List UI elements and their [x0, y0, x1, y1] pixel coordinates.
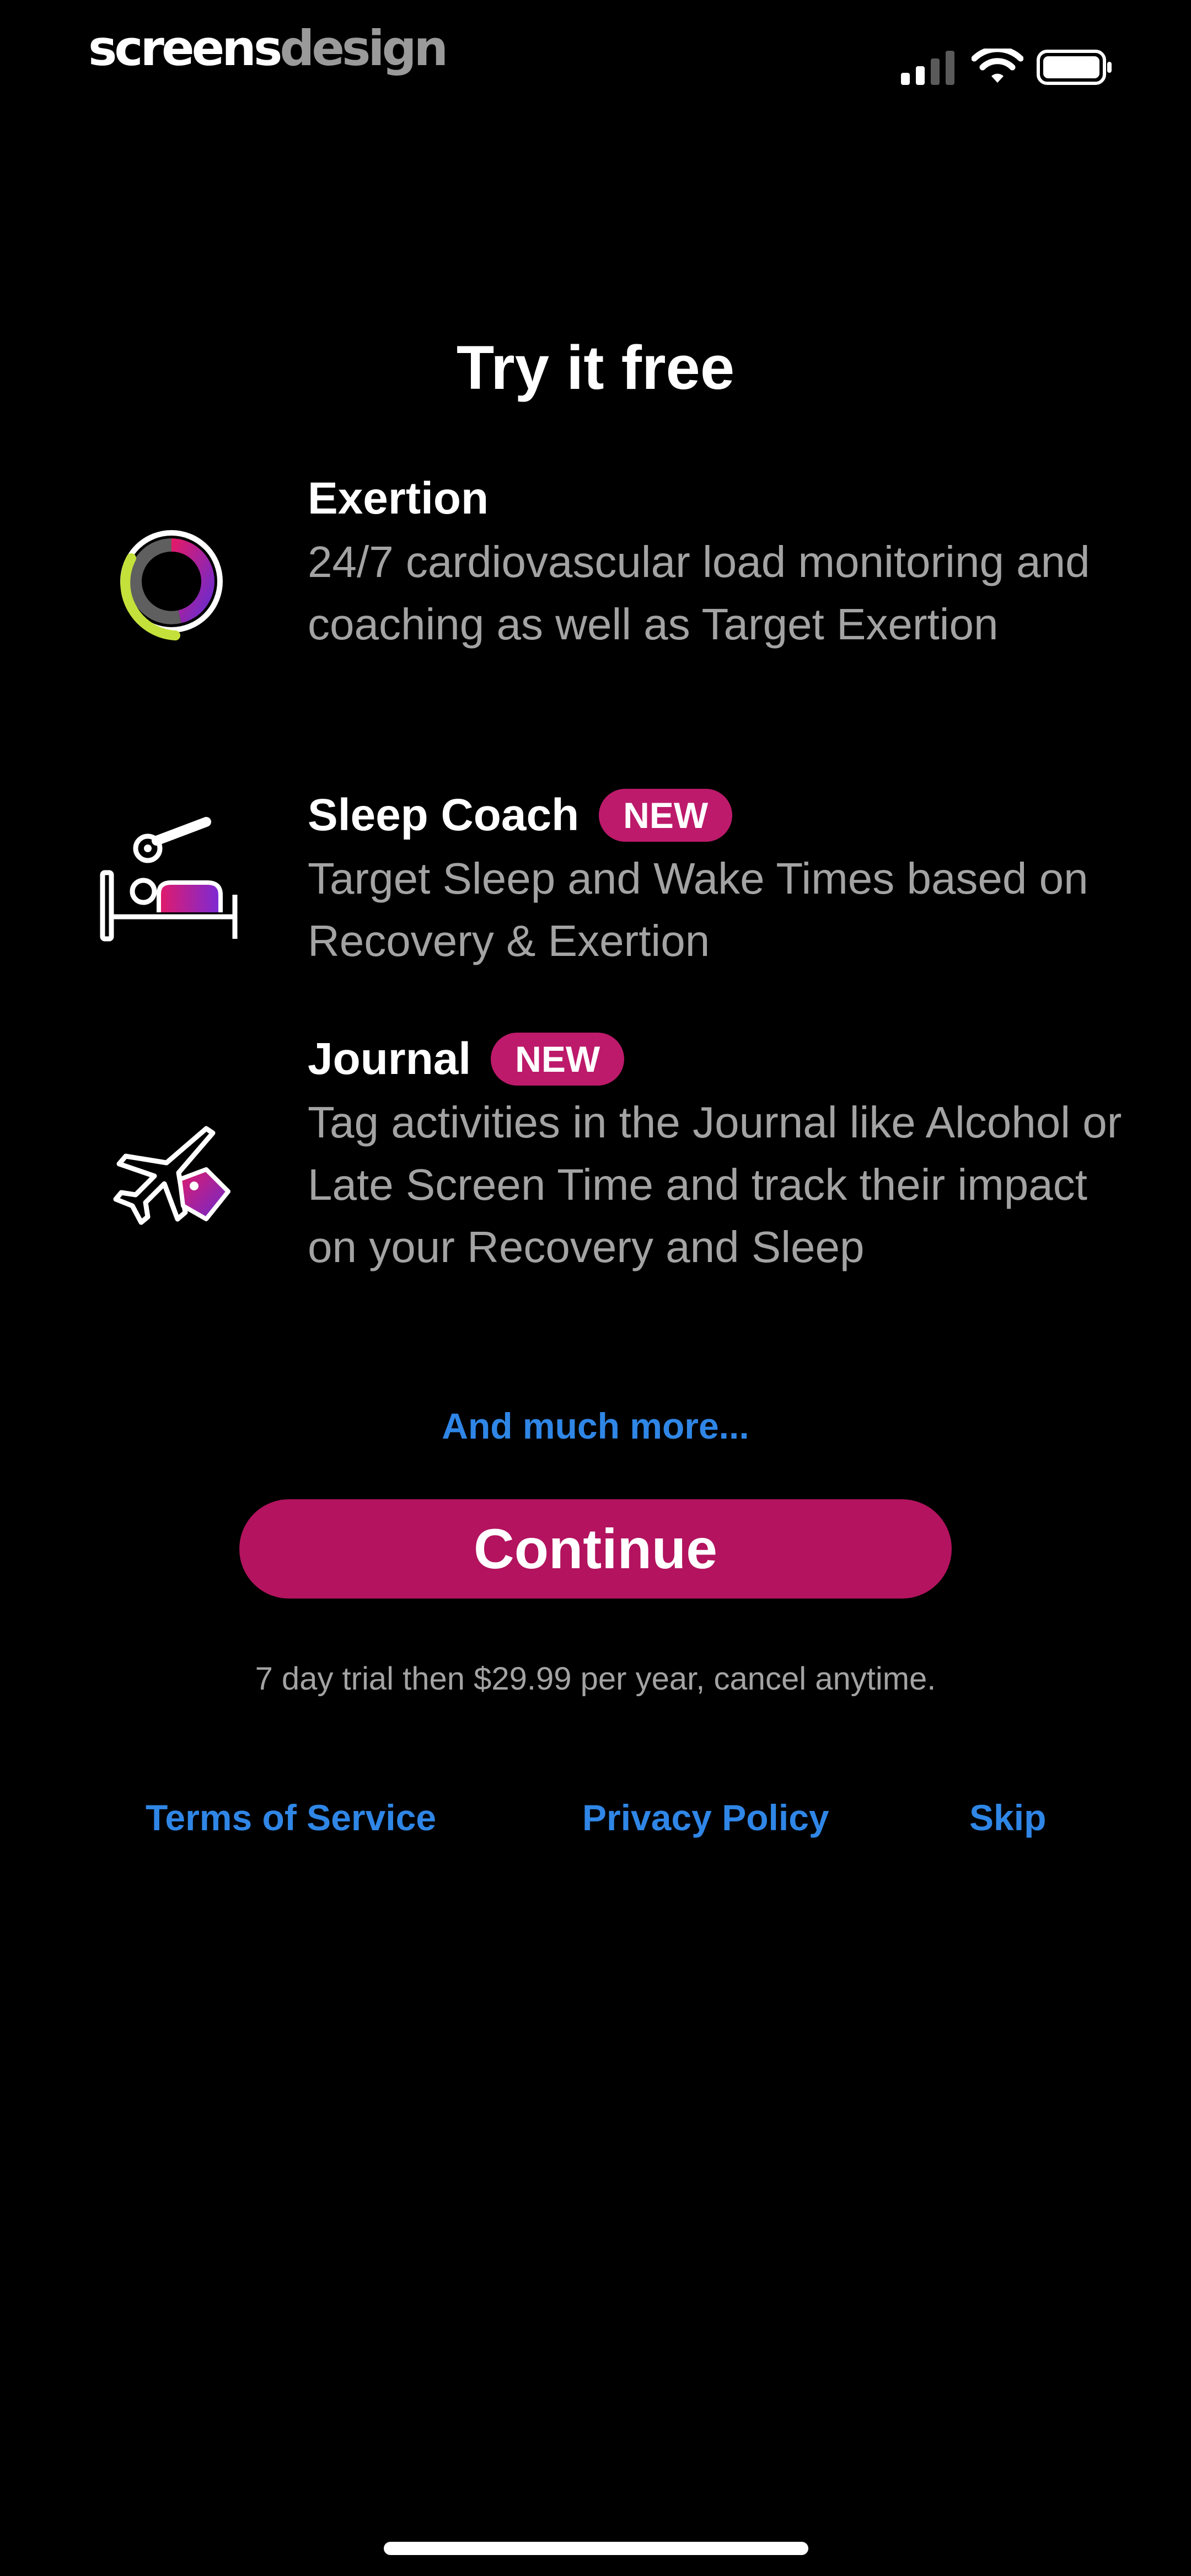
watermark-part-1: screens	[88, 20, 282, 77]
home-indicator	[384, 2542, 808, 2555]
feature-title-sleep-coach: Sleep Coach NEW	[308, 788, 733, 843]
and-much-more-link[interactable]: And much more...	[0, 1401, 1191, 1451]
battery-icon	[1037, 50, 1112, 85]
watermark-part-2: design	[280, 20, 448, 77]
terms-of-service-link[interactable]: Terms of Service	[146, 1793, 436, 1842]
feature-title-journal-label: Journal	[308, 1034, 471, 1084]
feature-description-exertion: 24/7 cardiovascular load monitoring and …	[308, 537, 1090, 649]
continue-button[interactable]: Continue	[239, 1499, 952, 1599]
wifi-icon	[972, 49, 1023, 83]
feature-title-sleep-coach-label: Sleep Coach	[308, 790, 580, 840]
sleep-bed-icon	[100, 817, 238, 942]
exertion-ring-icon	[120, 530, 223, 640]
trial-info-text: 7 day trial then $29.99 per year, cancel…	[255, 1661, 936, 1697]
journal-plane-tag-icon	[113, 1126, 230, 1225]
privacy-policy-link[interactable]: Privacy Policy	[582, 1793, 829, 1842]
new-badge: NEW	[491, 1033, 625, 1086]
feature-title-journal: Journal NEW	[308, 1032, 625, 1087]
screensdesign-watermark: screensdesign	[88, 24, 448, 73]
feature-title-exertion: Exertion	[308, 473, 489, 523]
feature-description-sleep-coach: Target Sleep and Wake Times based on Rec…	[308, 854, 1088, 965]
skip-link[interactable]: Skip	[969, 1793, 1046, 1842]
signal-icon	[901, 51, 954, 85]
new-badge: NEW	[599, 789, 733, 842]
page-title: Try it free	[456, 333, 735, 402]
feature-description-journal: Tag activities in the Journal like Alcoh…	[308, 1098, 1122, 1271]
